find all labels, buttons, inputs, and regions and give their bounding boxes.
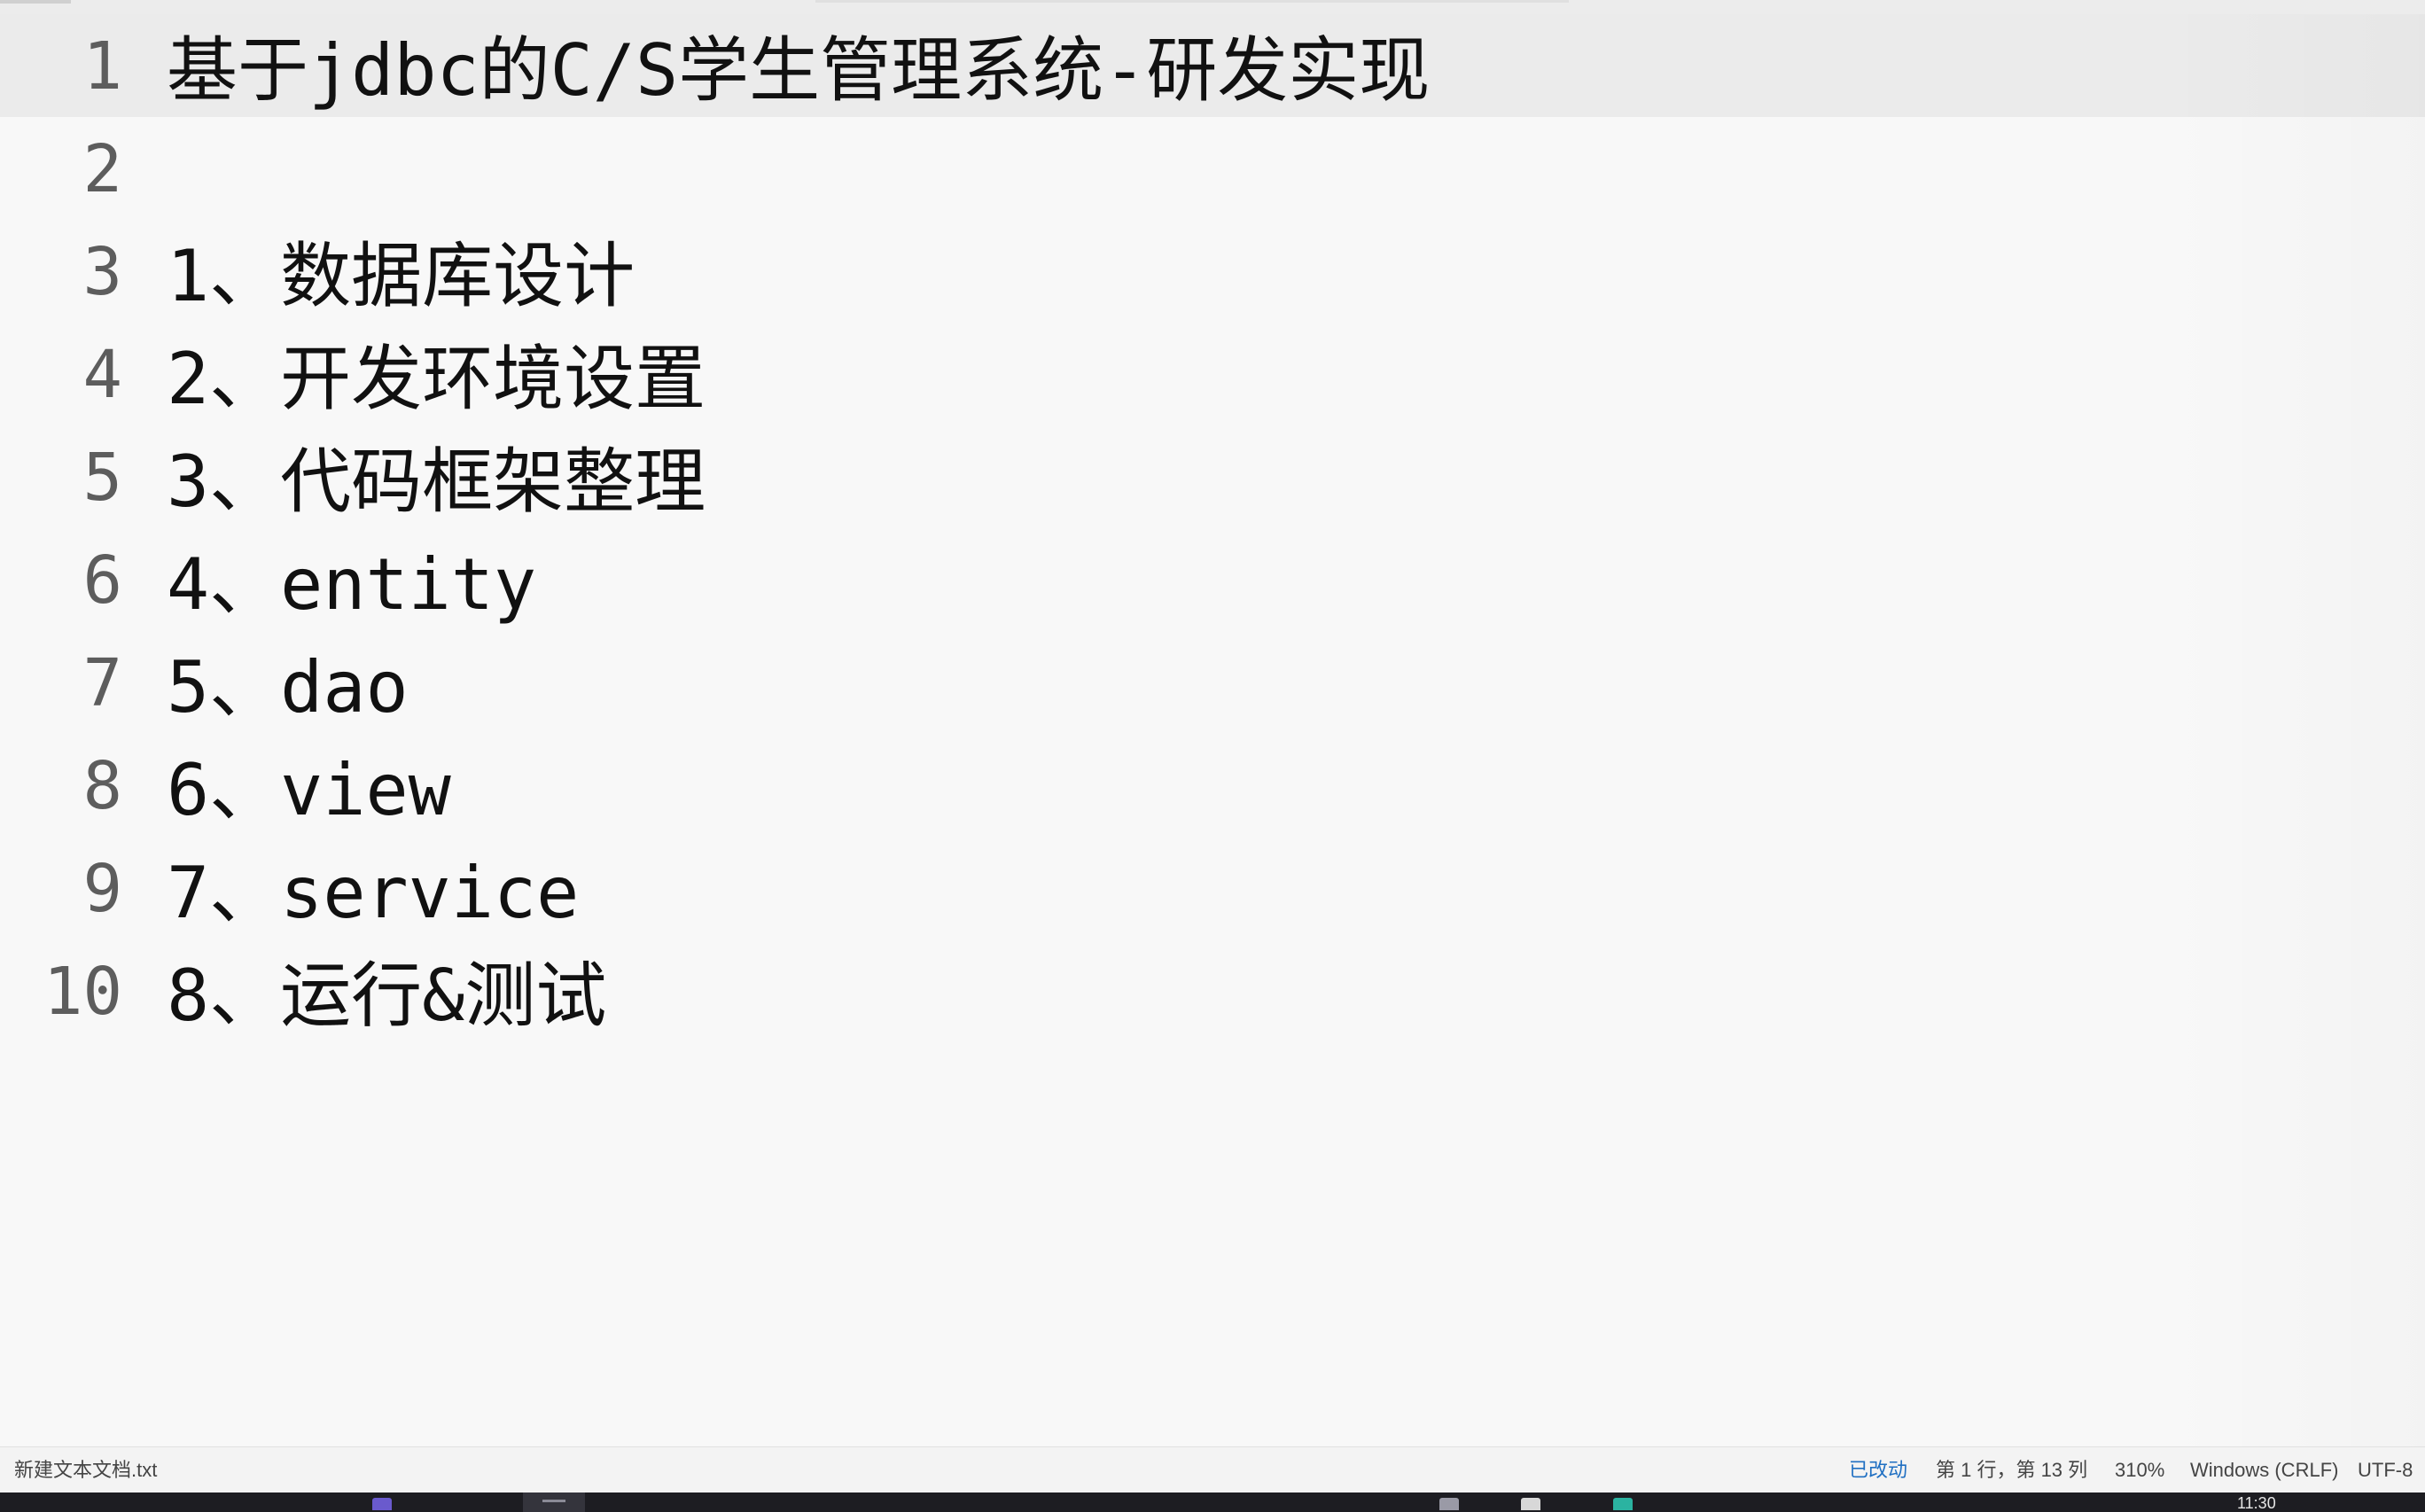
line-text[interactable]: 4、entity: [167, 541, 536, 629]
editor-line[interactable]: 4 2、开发环境设置: [0, 323, 2425, 425]
tab-remnant[interactable]: [0, 0, 71, 4]
taskbar: 11:30: [0, 1493, 2425, 1512]
editor-line[interactable]: 3 1、数据库设计: [0, 220, 2425, 323]
line-text[interactable]: 5、dao: [167, 643, 409, 732]
title-bar-remnant: [0, 0, 2425, 15]
notepad-window: 1 基于jdbc的C/S学生管理系统-研发实现 2 3 1、数据库设计 4 2、…: [0, 0, 2425, 1512]
line-number: 7: [82, 645, 122, 721]
line-number: 3: [82, 234, 122, 310]
status-filename: 新建文本文档.txt: [14, 1459, 158, 1481]
editor-line[interactable]: 6 4、entity: [0, 528, 2425, 631]
line-text[interactable]: 7、service: [167, 849, 579, 938]
line-number: 4: [82, 337, 122, 413]
line-number: 6: [82, 542, 122, 619]
status-modified-indicator: 已改动: [1849, 1459, 1908, 1481]
editor-line[interactable]: 1 基于jdbc的C/S学生管理系统-研发实现: [0, 14, 2425, 117]
tab-strip-remnant: [815, 0, 1569, 3]
line-number: 5: [82, 440, 122, 516]
active-task-indicator: [542, 1500, 565, 1502]
line-text[interactable]: 2、开发环境设置: [167, 335, 706, 424]
line-text[interactable]: 基于jdbc的C/S学生管理系统-研发实现: [167, 27, 1430, 115]
active-task-button[interactable]: [523, 1493, 585, 1512]
editor-line[interactable]: 2: [0, 117, 2425, 220]
line-number: 1: [82, 28, 122, 105]
line-text[interactable]: 3、代码框架整理: [167, 438, 706, 526]
status-cursor-position[interactable]: 第 1 行，第 13 列: [1936, 1447, 2087, 1493]
system-tray-icon[interactable]: [1613, 1498, 1633, 1510]
app-icon[interactable]: [372, 1498, 392, 1510]
text-editor-area[interactable]: 1 基于jdbc的C/S学生管理系统-研发实现 2 3 1、数据库设计 4 2、…: [0, 14, 2425, 1446]
status-line-ending[interactable]: Windows (CRLF): [2190, 1447, 2338, 1493]
taskbar-clock[interactable]: 11:30: [2237, 1494, 2276, 1512]
system-tray-icon[interactable]: [1439, 1498, 1459, 1510]
status-zoom-level[interactable]: 310%: [2115, 1447, 2164, 1493]
editor-line[interactable]: 7 5、dao: [0, 631, 2425, 734]
system-tray-icon[interactable]: [1521, 1498, 1540, 1510]
line-number: 2: [82, 131, 122, 207]
status-encoding[interactable]: UTF-8: [2358, 1447, 2413, 1493]
editor-line[interactable]: 10 8、运行&测试: [0, 939, 2425, 1042]
line-number: 9: [82, 851, 122, 927]
status-bar: 新建文本文档.txt 已改动 第 1 行，第 13 列 310% Windows…: [0, 1446, 2425, 1493]
line-number: 8: [82, 748, 122, 824]
editor-line[interactable]: 9 7、service: [0, 837, 2425, 939]
editor-line[interactable]: 8 6、view: [0, 734, 2425, 837]
line-text[interactable]: 1、数据库设计: [167, 232, 635, 321]
line-text[interactable]: 8、运行&测试: [167, 952, 606, 1040]
line-text[interactable]: 6、view: [167, 746, 451, 835]
line-number: 10: [43, 954, 122, 1030]
editor-line[interactable]: 5 3、代码框架整理: [0, 425, 2425, 528]
